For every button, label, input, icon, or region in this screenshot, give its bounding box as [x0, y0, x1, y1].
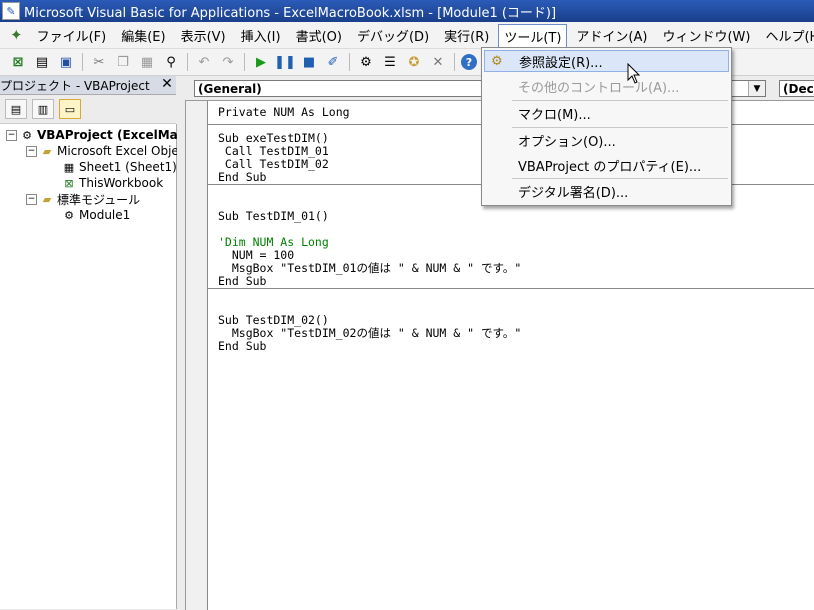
find-icon[interactable]: ⚲ — [161, 52, 181, 72]
menu-file[interactable]: ファイル(F) — [31, 23, 113, 48]
code-proc-testdim01-body: NUM = 100 MsgBox "TestDIM_01の値は " & NUM … — [218, 248, 522, 288]
object-combo-value: (General) — [198, 81, 262, 96]
folder-icon: ▰ — [42, 144, 52, 158]
redo-icon[interactable]: ↷ — [218, 52, 238, 72]
reset-icon[interactable]: ■ — [299, 52, 319, 72]
menu-run[interactable]: 実行(R) — [438, 23, 495, 48]
worksheet-icon: ▦ — [63, 160, 75, 174]
code-declarations: Private NUM As Long — [218, 105, 350, 119]
chevron-down-icon[interactable]: ▼ — [748, 81, 765, 96]
menu-item-project-properties[interactable]: VBAProject のプロパティ(E)... — [484, 154, 729, 176]
vbaproject-icon: ⚙ — [22, 128, 32, 142]
vba-app-icon: ✎ — [2, 2, 20, 20]
menu-tools[interactable]: ツール(T) — [498, 23, 568, 49]
workbook-icon: ⊠ — [64, 176, 74, 190]
pane-splitter[interactable] — [177, 76, 185, 609]
project-tree: − ⚙ VBAProject (ExcelMac − ▰ Microsoft E… — [0, 124, 185, 609]
code-margin-bar[interactable] — [186, 101, 208, 610]
menu-addins[interactable]: アドイン(A) — [570, 23, 653, 48]
tree-node-label: ThisWorkbook — [79, 176, 164, 190]
project-explorer-title: プロジェクト - VBAProject — [0, 78, 150, 93]
menu-item-label: その他のコントロール(A)... — [518, 80, 680, 96]
project-explorer-header: プロジェクト - VBAProject ✕ — [0, 76, 176, 95]
tree-node-sheet1[interactable]: ▦ Sheet1 (Sheet1) — [62, 159, 177, 175]
project-explorer-toolbar: ▤ ▥ ▭ — [0, 95, 176, 124]
menu-item-label: マクロ(M)... — [518, 107, 591, 123]
code-proc-exetestdim: Sub exeTestDIM() Call TestDIM_01 Call Te… — [218, 131, 329, 184]
tree-node-label: Microsoft Excel Objec — [57, 144, 186, 158]
procedure-combo-value: (Decl — [783, 81, 814, 96]
tree-node-excel-objects[interactable]: − ▰ Microsoft Excel Objec — [26, 143, 185, 159]
menu-item-macros[interactable]: マクロ(M)... — [484, 102, 729, 124]
collapse-icon[interactable]: − — [26, 145, 37, 157]
code-proc-testdim02: Sub TestDIM_02() MsgBox "TestDIM_02の値は "… — [218, 313, 522, 353]
toggle-folders-icon[interactable]: ▭ — [59, 99, 81, 119]
toolbar-separator — [244, 53, 245, 71]
design-mode-icon[interactable]: ✐ — [323, 52, 343, 72]
tree-node-vbaproject[interactable]: − ⚙ VBAProject (ExcelMac — [6, 127, 185, 143]
cut-icon[interactable]: ✂ — [89, 52, 109, 72]
tree-node-label: 標準モジュール — [57, 192, 141, 207]
menu-debug[interactable]: デバッグ(D) — [351, 23, 435, 48]
view-excel-icon[interactable]: ⊠ — [8, 52, 28, 72]
menu-item-references[interactable]: ⚙ 参照設定(R)... — [484, 50, 729, 72]
mouse-cursor-icon — [627, 63, 641, 84]
copy-icon[interactable]: ❐ — [113, 52, 133, 72]
run-icon[interactable]: ▶ — [251, 52, 271, 72]
tree-node-module1[interactable]: ⚙ Module1 — [62, 207, 130, 223]
tree-node-thisworkbook[interactable]: ⊠ ThisWorkbook — [62, 175, 163, 191]
tree-node-label: VBAProject (ExcelMac — [37, 128, 185, 142]
module-icon: ⚙ — [64, 208, 74, 222]
folder-icon: ▰ — [42, 192, 52, 206]
menu-insert[interactable]: 挿入(I) — [235, 23, 287, 48]
menu-item-options[interactable]: オプション(O)... — [484, 129, 729, 151]
menu-view[interactable]: 表示(V) — [175, 23, 232, 48]
excel-view-icon[interactable]: ✦ — [10, 25, 23, 45]
paste-icon[interactable]: ▦ — [137, 52, 157, 72]
toolbar-separator — [349, 53, 350, 71]
object-browser-icon[interactable]: ✪ — [404, 52, 424, 72]
view-object-icon[interactable]: ▥ — [32, 99, 54, 119]
menu-item-other-controls[interactable]: その他のコントロール(A)... — [484, 75, 729, 97]
tree-node-modules[interactable]: − ▰ 標準モジュール — [26, 191, 140, 207]
menu-format[interactable]: 書式(O) — [290, 23, 348, 48]
title-bar: ✎ Microsoft Visual Basic for Application… — [0, 0, 814, 22]
menu-bar: ✦ ファイル(F) 編集(E) 表示(V) 挿入(I) 書式(O) デバッグ(D… — [0, 22, 814, 49]
window-title: Microsoft Visual Basic for Applications … — [24, 5, 557, 21]
menu-item-digital-signature[interactable]: デジタル署名(D)... — [484, 180, 729, 202]
menu-separator — [512, 127, 728, 128]
menu-separator — [512, 100, 728, 101]
menu-edit[interactable]: 編集(E) — [115, 23, 171, 48]
toolbar-separator — [187, 53, 188, 71]
save-icon[interactable]: ▣ — [56, 52, 76, 72]
properties-window-icon[interactable]: ☰ — [380, 52, 400, 72]
collapse-icon[interactable]: − — [26, 193, 37, 205]
menu-item-label: VBAProject のプロパティ(E)... — [518, 159, 702, 175]
menu-item-label: デジタル署名(D)... — [518, 185, 629, 201]
close-icon[interactable]: ✕ — [160, 76, 174, 92]
procedure-combo[interactable]: (Decl — [779, 80, 814, 97]
toolbar-separator — [82, 53, 83, 71]
toolbar-separator — [454, 53, 455, 71]
menu-separator — [512, 178, 728, 179]
menu-window[interactable]: ウィンドウ(W) — [656, 23, 756, 48]
project-explorer-icon[interactable]: ⚙ — [356, 52, 376, 72]
toolbox-icon[interactable]: ✕ — [428, 52, 448, 72]
procedure-divider — [208, 288, 814, 289]
break-icon[interactable]: ❚❚ — [274, 52, 296, 72]
tools-menu-dropdown: ⚙ 参照設定(R)... その他のコントロール(A)... マクロ(M)... … — [481, 47, 732, 206]
view-code-icon[interactable]: ▤ — [5, 99, 27, 119]
menu-item-label: 参照設定(R)... — [519, 55, 603, 71]
tree-node-label: Sheet1 (Sheet1) — [79, 160, 177, 174]
collapse-icon[interactable]: − — [6, 129, 17, 141]
undo-icon[interactable]: ↶ — [194, 52, 214, 72]
help-icon[interactable]: ? — [461, 54, 477, 70]
tree-node-label: Module1 — [79, 208, 131, 222]
menu-help[interactable]: ヘルプ(H) — [759, 23, 814, 48]
menu-item-label: オプション(O)... — [518, 134, 616, 150]
code-proc-testdim01-header: Sub TestDIM_01() — [218, 209, 329, 223]
insert-userform-icon[interactable]: ▤ — [32, 52, 52, 72]
references-icon: ⚙ — [491, 54, 503, 69]
